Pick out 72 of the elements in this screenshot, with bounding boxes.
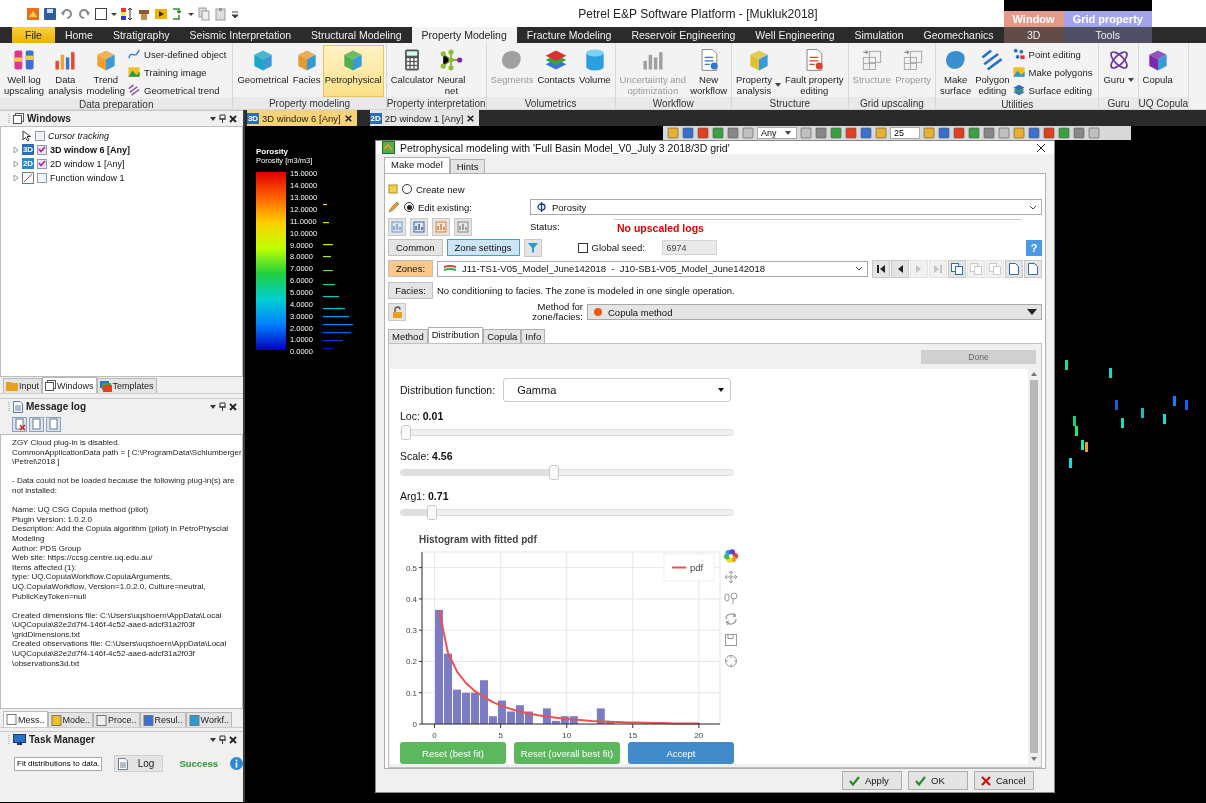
legend-title: Porosity [256, 147, 289, 156]
group-label: Property interpretation [386, 97, 486, 109]
facies-text: No conditioning to facies. The zone is modeled in one single operation. [437, 284, 735, 296]
group-label: Utilities [936, 98, 1099, 109]
slider-label: Loc: 0.01 [400, 410, 445, 423]
radio-label: Edit existing: [418, 201, 472, 213]
dialog-title: Petrophysical modeling with 'Full Basin Model_V0_July 3 2018/3D grid' [400, 141, 731, 154]
legend-label: pdf [690, 562, 704, 574]
log-line: Modeling [12, 533, 46, 544]
status-label: Status: [530, 221, 561, 233]
log-line: Plugin Version: 1.0.2.0 [12, 514, 94, 525]
log-line: Name: UQ CSG Copula method (pilot) [12, 505, 150, 515]
log-line: \gridDimensions.txt [12, 629, 82, 640]
tick-label: 0.5 [405, 563, 417, 573]
log-line: type: UQ.CopulaWorkflow.CopulaArguments, [12, 572, 173, 582]
task-field: Fit distributions to data. [14, 756, 102, 771]
log-line: - Data could not be loaded because the following plug-in(s) are [12, 476, 236, 486]
radio-label: Create new [416, 183, 465, 195]
panel-title: Windows [27, 113, 72, 124]
tree-label: Function window 1 [50, 172, 125, 183]
log-line: Author: PDS Group [12, 543, 82, 554]
chart-title: Histogram with fitted pdf [418, 534, 538, 546]
tick-label: 0.1 [405, 688, 417, 698]
tick-label: 0 [432, 731, 437, 741]
log-line: not installed: [12, 485, 58, 496]
context-label: Window [1003, 11, 1064, 27]
checkbox-label: Global seed: [591, 242, 646, 254]
log-line: \UQCopula\82e2d7f4-146f-4c52-aaed-adcf31a2f03f [12, 649, 196, 659]
log-line: ZGY Cloud plug-in is disabled. [12, 438, 121, 448]
group-label: Workflow [615, 97, 732, 109]
slider-label: Arg1: 0.71 [400, 490, 450, 503]
log-line: PublicKeyToken=null [12, 591, 88, 602]
tick-label: 0.4 [405, 595, 417, 605]
log-line: Web site: https://ccsg.centre.uq.edu.au/ [12, 553, 154, 563]
window-title: Petrel E&P Software Platform - [Mukluk2018] [578, 6, 818, 21]
tick-label: 0.2 [405, 657, 417, 667]
log-line: CommonApplicationData path = [ C:\ProgramData\Schlumberger [12, 447, 242, 458]
log-line: Created observations file: C:\Users\uqshoern\AppData\Local [12, 639, 228, 650]
tick-label: 10 [562, 731, 572, 741]
panel-title: Message log [26, 401, 88, 412]
log-line: \UQCopula\82e2d7f4-146f-4c52-aaed-adcf31a2f03f [12, 620, 196, 630]
method-label: Method for zone/facies: [531, 302, 583, 323]
group-label: Guru [1099, 97, 1138, 109]
field-label: Distribution function: [400, 383, 496, 397]
log-line: \Petrel\2018 ] [12, 457, 61, 467]
window-badge: 3D [247, 112, 259, 124]
status-text: No upscaled logs [614, 219, 1022, 235]
tick-label: 5 [498, 731, 503, 741]
tree-label: 2D window 1 [Any] [50, 158, 125, 169]
tree-label: Cursor tracking [48, 130, 110, 141]
tick-label: 0 [412, 720, 417, 730]
log-line: Items affected (1): [12, 562, 78, 573]
group-label: Grid upscaling [848, 97, 936, 109]
group-label: Structure [732, 97, 848, 109]
group-label: Volumetrics [486, 97, 615, 109]
log-line: UQ.CopulaWorkflow, Version=1.0.2.0, Culture=neutral, [12, 581, 207, 592]
slider-label: Scale: 4.56 [400, 450, 454, 463]
log-line: Created dimensions file: C:\Users\uqshoern\AppData\Local [12, 610, 223, 621]
tick-label: 20 [694, 731, 704, 741]
group-label: Property modeling [233, 97, 386, 109]
window-badge: 3D [22, 144, 34, 155]
tick-label: 0.3 [405, 626, 417, 636]
status-text: Success [179, 758, 218, 769]
log-line: \observations3d.txt [12, 658, 81, 669]
panel-title: Task Manager [29, 734, 96, 745]
window-badge: 2D [22, 158, 34, 169]
context-label: Grid property [1063, 11, 1152, 27]
window-badge: 2D [369, 112, 382, 124]
log-line: Description: Add the Copula algorithm (pilot) in PetroPhyscial [12, 524, 230, 534]
tick-label: 15 [628, 731, 638, 741]
group-label: UQ Copula [1138, 97, 1189, 109]
tree-label: 3D window 6 [Any] [50, 144, 130, 155]
